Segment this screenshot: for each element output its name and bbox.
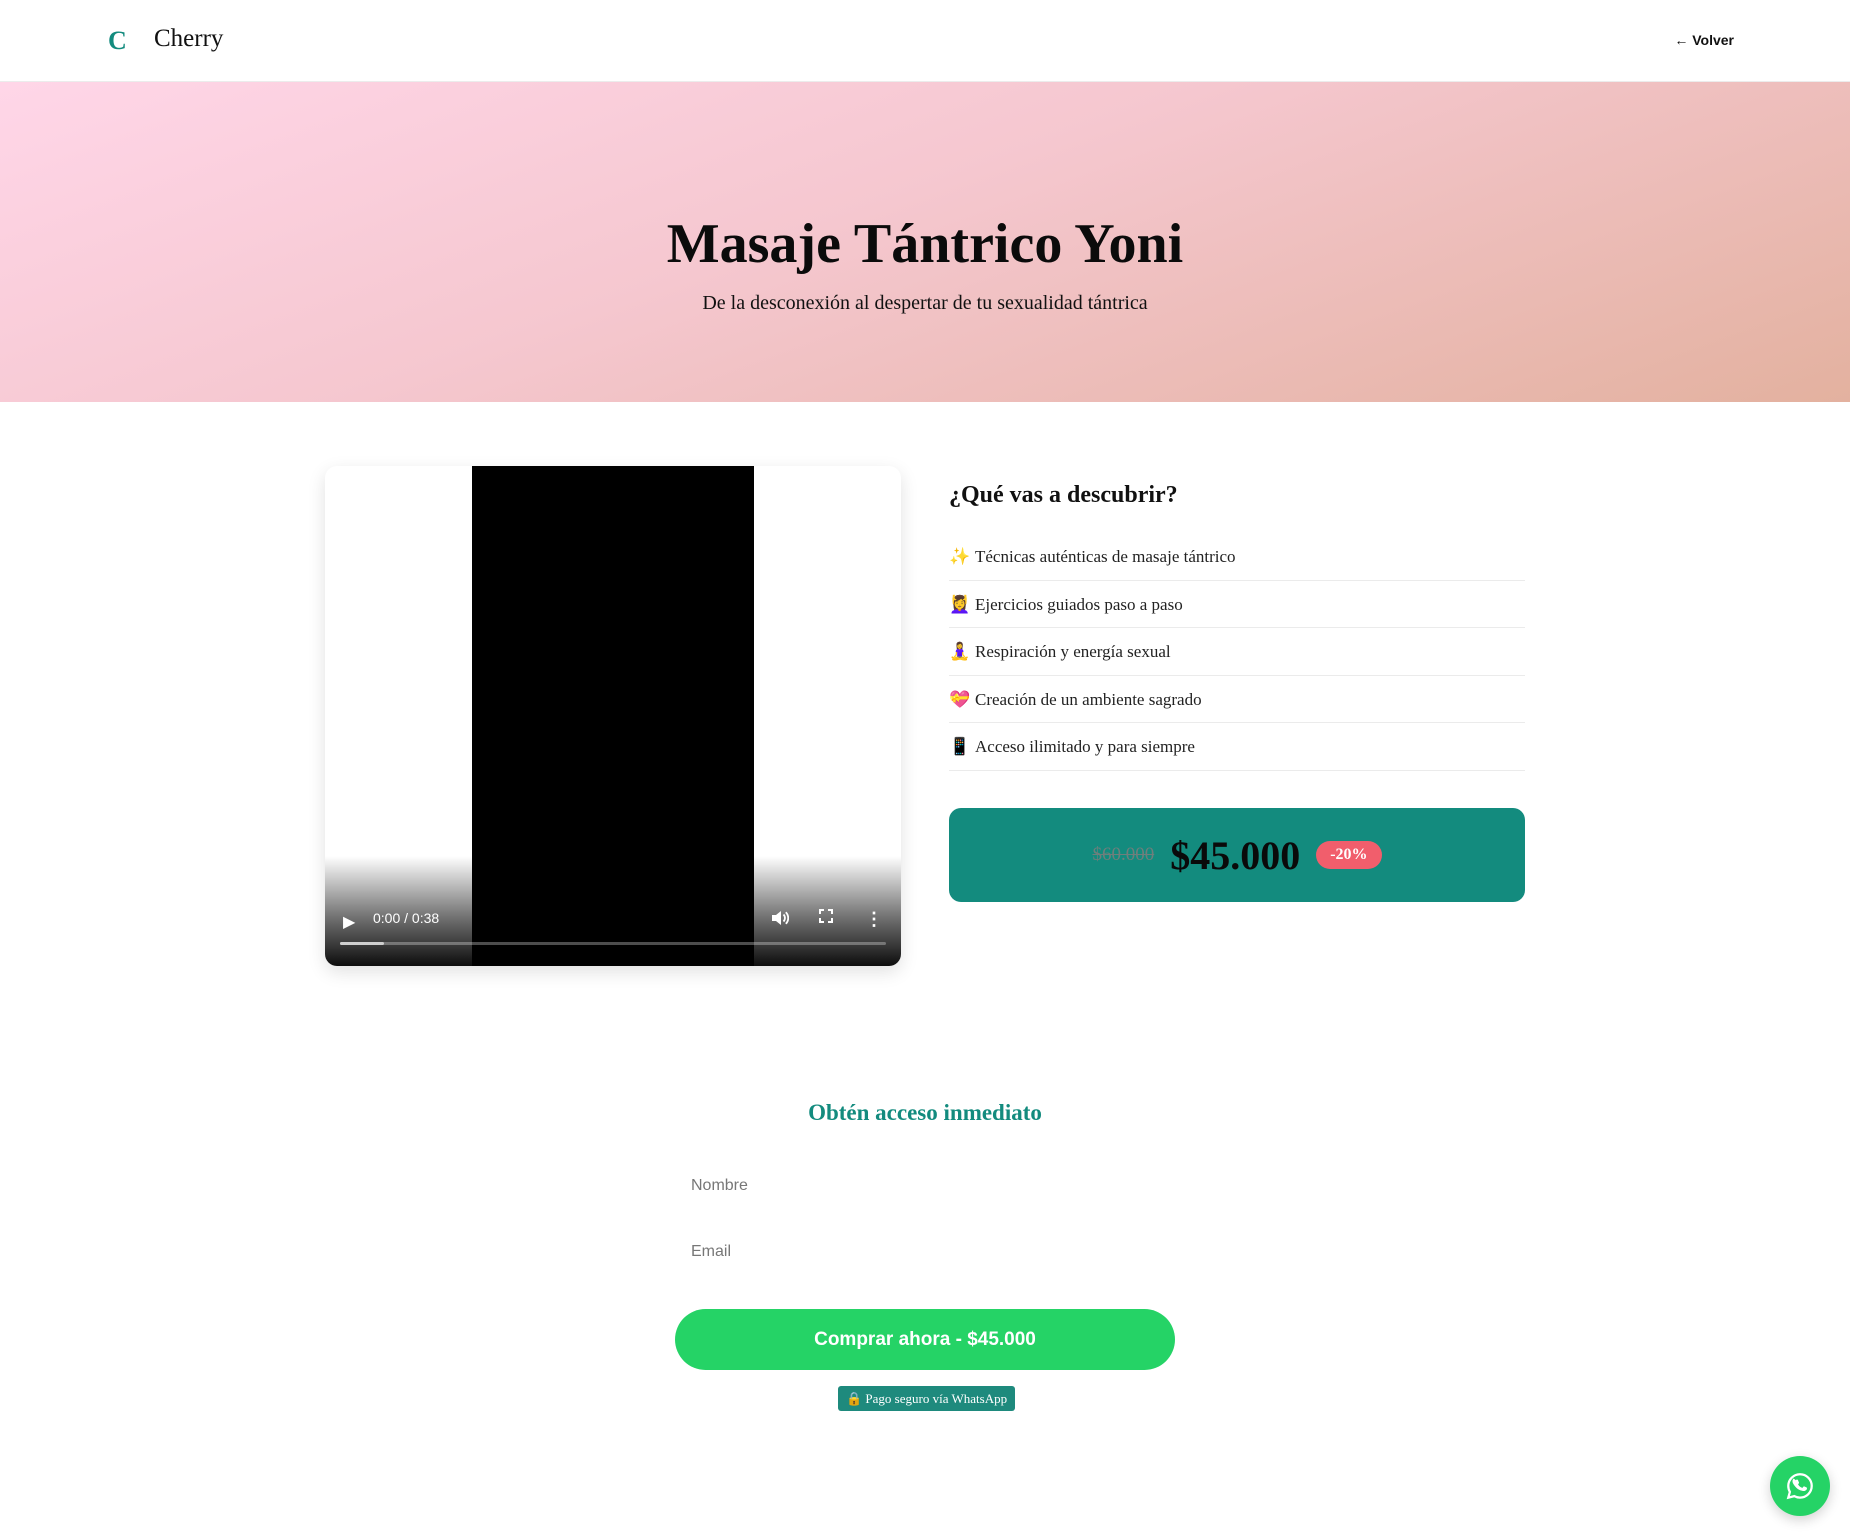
whatsapp-fab-button[interactable]: [1770, 1456, 1830, 1516]
form-title: Obtén acceso inmediato: [808, 1100, 1042, 1125]
sparkles-icon: ✨: [949, 547, 971, 566]
top-navigation-bar: C Cherry ← Volver: [0, 0, 1850, 82]
video-progress-bar[interactable]: [340, 942, 886, 945]
meditation-icon: 🧘‍♀️: [949, 642, 971, 661]
video-time: 0:00 / 0:38: [373, 910, 440, 926]
current-price: $45.000: [1170, 832, 1301, 878]
hero-banner: Masaje Tántrico Yoni De la desconexión a…: [0, 82, 1850, 402]
logo-mark[interactable]: C: [108, 26, 127, 56]
feature-item: 💆‍♀️ Ejercicios guiados paso a paso: [949, 581, 1525, 628]
massage-icon: 💆‍♀️: [949, 594, 971, 614]
price-card: $60.000 $45.000 -20%: [949, 808, 1525, 902]
page-subtitle: De la desconexión al despertar de tu sex…: [702, 292, 1148, 314]
feature-label: Ejercicios guiados paso a paso: [975, 594, 1183, 614]
feature-label: Técnicas auténticas de masaje tántrico: [975, 547, 1236, 566]
video-progress-fill: [340, 942, 384, 945]
feature-item: 💝 Creación de un ambiente sagrado: [949, 676, 1525, 723]
features-heading: ¿Qué vas a descubrir?: [949, 482, 1178, 508]
brand-name[interactable]: Cherry: [154, 25, 223, 53]
features-list: ✨ Técnicas auténticas de masaje tántrico …: [949, 533, 1525, 771]
secure-payment-badge: 🔒 Pago seguro vía WhatsApp: [838, 1386, 1016, 1411]
original-price: $60.000: [1092, 844, 1155, 865]
feature-label: Respiración y energía sexual: [975, 642, 1171, 661]
fullscreen-icon[interactable]: [819, 909, 833, 928]
whatsapp-icon: [1786, 1473, 1813, 1500]
phone-icon: 📱: [949, 737, 971, 756]
heart-gift-icon: 💝: [949, 689, 971, 709]
page-title: Masaje Tántrico Yoni: [666, 213, 1184, 275]
more-options-icon[interactable]: ⋮: [865, 909, 883, 930]
name-input[interactable]: [675, 1164, 1175, 1208]
play-icon[interactable]: ▶: [343, 912, 355, 932]
features-panel: ¿Qué vas a descubrir? ✨ Técnicas auténtic…: [949, 482, 1525, 771]
buy-now-button[interactable]: Comprar ahora - $45.000: [675, 1309, 1175, 1370]
feature-label: Acceso ilimitado y para siempre: [975, 737, 1195, 756]
feature-item: 🧘‍♀️ Respiración y energía sexual: [949, 628, 1525, 676]
email-input[interactable]: [675, 1230, 1175, 1274]
feature-item: ✨ Técnicas auténticas de masaje tántrico: [949, 533, 1525, 581]
back-link[interactable]: ← Volver: [1674, 32, 1734, 48]
feature-label: Creación de un ambiente sagrado: [975, 689, 1202, 709]
video-player[interactable]: ▶ 0:00 / 0:38 ⋮: [325, 466, 901, 966]
volume-icon[interactable]: [771, 910, 790, 931]
discount-badge: -20%: [1316, 841, 1382, 869]
feature-item: 📱 Acceso ilimitado y para siempre: [949, 723, 1525, 771]
